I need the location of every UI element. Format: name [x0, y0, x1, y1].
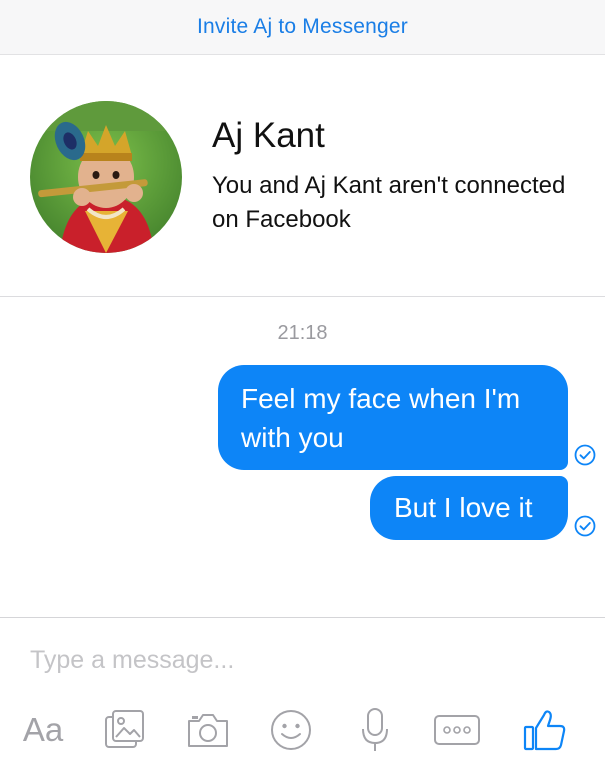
invite-banner: Invite Aj to Messenger: [0, 0, 605, 55]
seen-check-icon: [574, 515, 596, 537]
emoji-icon[interactable]: [268, 706, 314, 754]
avatar-photo: [30, 101, 182, 253]
seen-check-icon: [574, 444, 596, 466]
camera-icon[interactable]: [184, 706, 232, 754]
profile-header: Aj Kant You and Aj Kant aren't connected…: [0, 55, 605, 297]
more-icon[interactable]: [432, 706, 482, 754]
microphone-icon[interactable]: [358, 706, 392, 754]
photo-gallery-icon[interactable]: [102, 706, 148, 754]
invite-link[interactable]: Invite Aj to Messenger: [197, 15, 408, 39]
text-format-label: Aa: [22, 711, 64, 748]
messenger-conversation: Invite Aj to Messenger Aj Kant You and A…: [0, 0, 605, 769]
message-composer: Aa: [0, 617, 605, 769]
connection-status: You and Aj Kant aren't connected on Face…: [212, 172, 566, 233]
message-bubble[interactable]: But I love it: [370, 476, 568, 540]
text-format-icon[interactable]: Aa: [18, 706, 68, 754]
message-input[interactable]: [30, 646, 570, 675]
avatar[interactable]: [30, 101, 182, 253]
thumbs-up-icon[interactable]: [520, 706, 570, 754]
message-bubble[interactable]: Feel my face when I'm with you: [218, 365, 568, 470]
message-timestamp: 21:18: [277, 322, 328, 344]
profile-name: Aj Kant: [212, 116, 325, 155]
